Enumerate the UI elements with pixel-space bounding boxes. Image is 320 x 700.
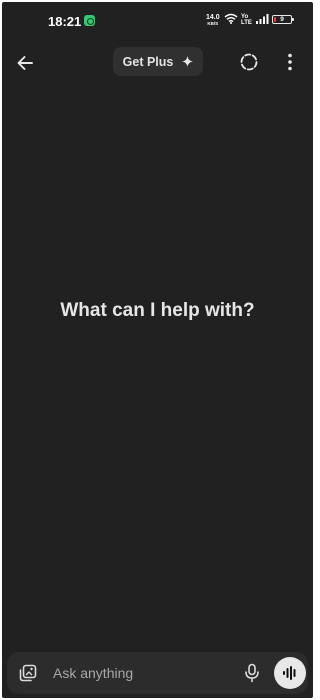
message-composer [7,652,308,694]
waveform-icon [283,666,296,680]
network-speed-value: 14.0 [206,14,220,21]
microphone-icon [245,663,259,683]
app-screen: 18:21 14.0 KB/S Yo LTE 9 Get Plus What c… [2,2,313,698]
message-input[interactable] [53,663,223,683]
attach-button[interactable] [16,662,40,684]
more-options-button[interactable] [281,50,299,74]
get-plus-label: Get Plus [122,54,174,69]
vertical-dots-icon [288,53,292,71]
battery-level: 9 [280,16,284,23]
dashed-circle-icon [240,53,258,71]
voice-mode-button[interactable] [274,657,306,689]
network-speed-unit: KB/S [207,21,219,26]
status-bar: 18:21 14.0 KB/S Yo LTE 9 [2,2,313,38]
page-title: What can I help with? [60,300,255,321]
get-plus-button[interactable]: Get Plus [113,47,203,76]
volte-indicator: Yo LTE [241,14,252,26]
arrow-left-icon [17,56,33,70]
cellular-signal-icon [256,14,269,24]
image-attach-icon [19,664,37,682]
microphone-button[interactable] [240,661,264,685]
back-button[interactable] [12,50,38,76]
sparkle-icon [182,56,194,67]
wifi-icon [224,13,238,24]
network-speed: 14.0 KB/S [206,14,220,26]
status-time: 18:21 [48,14,82,29]
battery-icon: 9 [272,15,294,24]
temporary-chat-button[interactable] [237,50,261,74]
app-notification-icon [84,15,95,26]
